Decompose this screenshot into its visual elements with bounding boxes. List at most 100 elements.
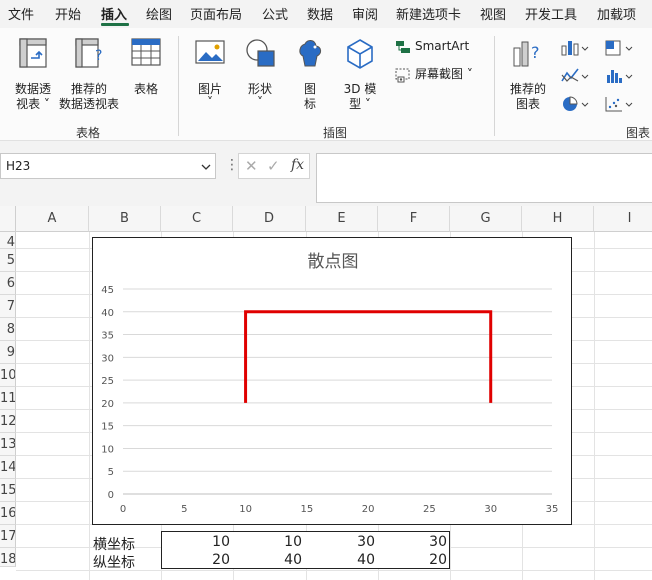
x-tick-label: 30 (484, 504, 497, 515)
hierarchy-chart-icon (605, 40, 633, 56)
row-header[interactable]: 12 (0, 410, 16, 433)
recommended-pivot-icon: ? (75, 38, 102, 68)
enter-icon[interactable]: ✓ (267, 157, 280, 175)
line-chart-icon (561, 68, 589, 82)
tab-formulas[interactable]: 公式 (262, 4, 288, 23)
cancel-icon[interactable]: ✕ (245, 157, 258, 175)
row-header[interactable]: 5 (0, 249, 16, 272)
table-button[interactable]: 表格 (128, 36, 164, 114)
tab-file[interactable]: 文件 (8, 4, 34, 23)
tab-data[interactable]: 数据 (307, 4, 333, 23)
screenshot-label: 屏幕截图 ˅ (415, 67, 473, 81)
row-header[interactable]: 7 (0, 295, 16, 318)
gridline-vertical (594, 232, 595, 580)
recommended-charts-label-1: 推荐的 (509, 82, 546, 96)
x-tick-label: 0 (120, 504, 126, 515)
cell-value[interactable]: 40 (234, 552, 302, 568)
row-header[interactable]: 9 (0, 341, 16, 364)
column-header-h[interactable]: H (522, 206, 594, 232)
statistic-chart-button[interactable] (604, 66, 636, 86)
table-icon (131, 38, 161, 66)
cell-value[interactable]: 10 (162, 534, 230, 550)
y-tick-label: 10 (101, 444, 114, 455)
recommended-charts-label-2: 图表 (515, 97, 540, 111)
column-chart-icon (561, 41, 589, 56)
shapes-button[interactable]: 形状 ˅ (242, 36, 278, 114)
pivot-table-label-1: 数据透 (14, 82, 51, 96)
cell-value[interactable]: 20 (162, 552, 230, 568)
ribbon: 数据透 视表 ˅ ? 推荐的 数据透视表 表格 表格 图片 ˅ 形状 ˅ 图 标… (0, 26, 652, 144)
column-header-g[interactable]: G (450, 206, 522, 232)
cell-value[interactable]: 40 (307, 552, 375, 568)
y-tick-label: 30 (101, 353, 114, 364)
more-options-icon[interactable]: ⋮ (225, 157, 239, 173)
row-header[interactable]: 18 (0, 548, 16, 567)
row-header[interactable]: 16 (0, 502, 16, 525)
svg-text:?: ? (95, 48, 102, 64)
tab-new-tab[interactable]: 新建选项卡 (396, 4, 461, 23)
y-axis-row-label[interactable]: 纵坐标 (93, 552, 135, 572)
y-tick-label: 35 (101, 331, 114, 342)
column-header-i[interactable]: I (594, 206, 652, 232)
scatter-chart[interactable]: 散点图 0 5 10 15 20 25 30 35 40 45 0 5 10 15 20 25 30 35 (92, 237, 572, 525)
formula-input[interactable] (316, 153, 652, 203)
cell-value[interactable]: 20 (379, 552, 447, 568)
line-chart-button[interactable] (560, 66, 592, 86)
cell-value[interactable]: 10 (234, 534, 302, 550)
hierarchy-chart-button[interactable] (604, 38, 636, 58)
smartart-button[interactable]: SmartArt (393, 38, 473, 58)
tab-developer[interactable]: 开发工具 (525, 4, 577, 23)
y-tick-label: 40 (101, 308, 114, 319)
row-header[interactable]: 8 (0, 318, 16, 341)
row-header[interactable]: 14 (0, 456, 16, 479)
pie-chart-icon (563, 96, 589, 111)
screenshot-icon (395, 68, 410, 83)
formula-buttons: ✕ ✓ fx (238, 153, 310, 179)
chart-title[interactable]: 散点图 (308, 252, 359, 272)
row-header[interactable]: 10 (0, 364, 16, 387)
ribbon-tab-bar: 文件 开始 插入 绘图 页面布局 公式 数据 审阅 新建选项卡 视图 开发工具 … (0, 0, 652, 26)
tab-insert[interactable]: 插入 (101, 4, 127, 23)
pivot-table-button[interactable]: 数据透 视表 ˅ (10, 36, 56, 114)
column-header-f[interactable]: F (378, 206, 450, 232)
name-box[interactable]: H23 (0, 153, 216, 179)
row-header[interactable]: 17 (0, 525, 16, 548)
row-header[interactable]: 6 (0, 272, 16, 295)
recommended-pivot-label-1: 推荐的 (70, 82, 107, 96)
insert-function-icon[interactable]: fx (291, 157, 304, 173)
column-header-e[interactable]: E (306, 206, 378, 232)
cell-value[interactable]: 30 (307, 534, 375, 550)
row-header[interactable]: 15 (0, 479, 16, 502)
pictures-dropdown: ˅ (207, 95, 213, 109)
column-chart-button[interactable] (560, 38, 592, 58)
icons-button[interactable]: 图 标 (292, 36, 328, 114)
column-header-d[interactable]: D (233, 206, 306, 232)
pie-chart-button[interactable] (560, 94, 592, 114)
3d-models-button[interactable]: 3D 模 型 ˅ (340, 36, 380, 114)
row-header[interactable]: 13 (0, 433, 16, 456)
row-header[interactable]: 11 (0, 387, 16, 410)
tab-page-layout[interactable]: 页面布局 (190, 4, 242, 23)
tab-view[interactable]: 视图 (480, 4, 506, 23)
column-header-a[interactable]: A (16, 206, 89, 232)
recommended-charts-icon: ? (513, 41, 540, 67)
tab-draw[interactable]: 绘图 (146, 4, 172, 23)
picture-icon (195, 40, 225, 64)
scatter-chart-button[interactable] (604, 94, 636, 114)
tab-addins[interactable]: 加载项 (597, 4, 636, 23)
tab-review[interactable]: 审阅 (352, 4, 378, 23)
row-header[interactable]: 4 (0, 232, 16, 249)
screenshot-button[interactable]: 屏幕截图 ˅ (393, 66, 479, 86)
cell-value[interactable]: 30 (379, 534, 447, 550)
x-axis-row-label[interactable]: 横坐标 (93, 534, 135, 554)
pictures-button[interactable]: 图片 ˅ (192, 36, 228, 114)
chevron-down-icon[interactable] (201, 163, 211, 171)
recommended-charts-button[interactable]: ? 推荐的 图表 (506, 36, 550, 114)
recommended-pivot-button[interactable]: ? 推荐的 数据透视表 (58, 36, 120, 114)
tab-home[interactable]: 开始 (55, 4, 81, 23)
column-header-c[interactable]: C (161, 206, 233, 232)
column-header-b[interactable]: B (89, 206, 161, 232)
x-tick-label: 20 (362, 504, 375, 515)
select-all-corner[interactable] (0, 206, 16, 232)
y-tick-label: 15 (101, 422, 114, 433)
